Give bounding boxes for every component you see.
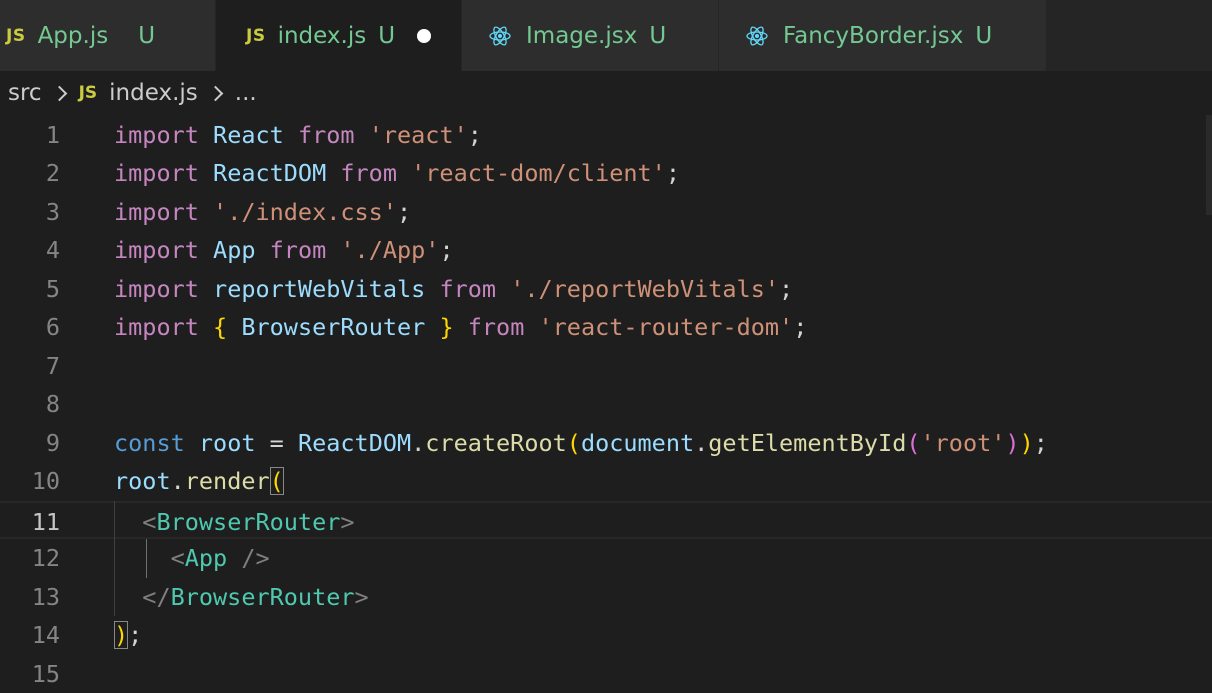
line-number: 12 <box>0 539 60 578</box>
line-number: 7 <box>0 347 60 386</box>
code-text: import App from './App'; <box>114 231 454 270</box>
line-number: 11 <box>0 503 60 542</box>
tab-label: Image.jsx <box>526 23 637 49</box>
chevron-right-icon <box>208 85 224 101</box>
code-line[interactable]: 9 const root = ReactDOM.createRoot(docume… <box>0 424 1212 463</box>
react-icon <box>745 24 769 48</box>
code-text: <BrowserRouter> <box>114 503 355 542</box>
code-line[interactable]: 11 <BrowserRouter> <box>0 501 1212 540</box>
unsaved-dot-icon[interactable] <box>417 29 431 43</box>
code-text: <App /> <box>114 539 270 578</box>
tab-index-js[interactable]: JS index.js U <box>216 0 462 71</box>
untracked-badge: U <box>138 23 155 49</box>
breadcrumb-symbol[interactable]: ... <box>235 80 257 106</box>
untracked-badge: U <box>975 23 992 49</box>
code-text: import { BrowserRouter } from 'react-rou… <box>114 308 807 347</box>
breadcrumb-folder[interactable]: src <box>8 80 42 106</box>
code-line[interactable]: 15 <box>0 655 1212 693</box>
code-line[interactable]: 2 import ReactDOM from 'react-dom/client'… <box>0 154 1212 193</box>
code-text: </BrowserRouter> <box>114 578 369 617</box>
tab-label: index.js <box>278 23 367 49</box>
code-line[interactable]: 3 import './index.css'; <box>0 193 1212 232</box>
js-icon: JS <box>6 26 26 46</box>
untracked-badge: U <box>649 23 666 49</box>
code-text: import reportWebVitals from './reportWeb… <box>114 270 793 309</box>
code-line[interactable]: 12 <App /> <box>0 539 1212 578</box>
tab-app-js[interactable]: JS App.js U <box>0 0 216 71</box>
code-text: const root = ReactDOM.createRoot(documen… <box>114 424 1048 463</box>
line-number: 8 <box>0 385 60 424</box>
line-number: 4 <box>0 231 60 270</box>
line-number: 9 <box>0 424 60 463</box>
untracked-badge: U <box>378 23 395 49</box>
line-number: 6 <box>0 308 60 347</box>
breadcrumb-file[interactable]: index.js <box>109 80 198 106</box>
code-line[interactable]: 6 import { BrowserRouter } from 'react-ro… <box>0 308 1212 347</box>
line-number: 13 <box>0 578 60 617</box>
breadcrumb: src JS index.js ... <box>0 71 1212 115</box>
code-text: ); <box>114 616 142 655</box>
line-number: 15 <box>0 655 60 693</box>
chevron-right-icon <box>51 85 67 101</box>
code-text: import './index.css'; <box>114 193 411 232</box>
code-line[interactable]: 1 import React from 'react'; <box>0 116 1212 155</box>
tab-image-jsx[interactable]: Image.jsx U <box>462 0 719 71</box>
editor-tab-bar: JS App.js U JS index.js U Image.jsx U Fa… <box>0 0 1212 71</box>
code-editor[interactable]: 1 import React from 'react'; 2 import React… <box>0 115 1212 667</box>
code-line[interactable]: 10 root.render( <box>0 462 1212 501</box>
line-number: 3 <box>0 193 60 232</box>
code-line[interactable]: 4 import App from './App'; <box>0 231 1212 270</box>
tab-label: App.js <box>38 23 109 49</box>
line-number: 10 <box>0 462 60 501</box>
tab-label: FancyBorder.jsx <box>783 23 963 49</box>
code-line[interactable]: 7 <box>0 347 1212 386</box>
code-line[interactable]: 5 import reportWebVitals from './reportWe… <box>0 270 1212 309</box>
code-line[interactable]: 8 <box>0 385 1212 424</box>
code-text: import React from 'react'; <box>114 116 482 155</box>
scrollbar[interactable] <box>1206 115 1212 215</box>
code-text: import ReactDOM from 'react-dom/client'; <box>114 154 680 193</box>
indent-guide <box>146 539 147 578</box>
line-number: 14 <box>0 616 60 655</box>
line-number: 2 <box>0 154 60 193</box>
react-icon <box>488 24 512 48</box>
code-line[interactable]: 13 </BrowserRouter> <box>0 578 1212 617</box>
code-text: root.render( <box>114 462 284 501</box>
tab-fancyborder-jsx[interactable]: FancyBorder.jsx U <box>719 0 1047 71</box>
line-number: 1 <box>0 116 60 155</box>
indent-guide <box>114 501 115 617</box>
js-icon: JS <box>246 26 266 46</box>
line-number: 5 <box>0 270 60 309</box>
code-line[interactable]: 14); <box>0 616 1212 655</box>
js-icon: JS <box>79 83 98 103</box>
